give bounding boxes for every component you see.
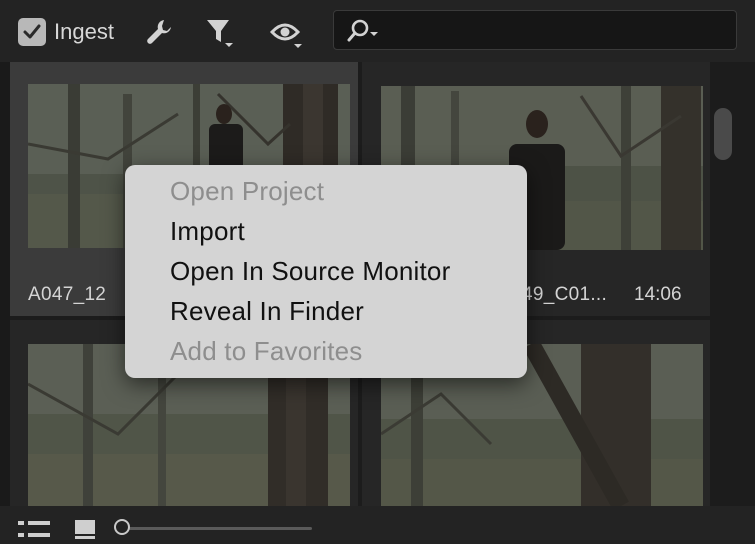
- icon-view-icon[interactable]: [74, 519, 98, 544]
- toolbar: Ingest: [0, 0, 755, 62]
- list-view-icon[interactable]: [18, 519, 52, 544]
- zoom-slider-handle[interactable]: [114, 519, 130, 535]
- ingest-label: Ingest: [54, 19, 114, 44]
- search-field[interactable]: [333, 10, 737, 50]
- search-icon[interactable]: [346, 19, 380, 48]
- search-input[interactable]: [378, 17, 722, 45]
- scrollbar-thumb[interactable]: [714, 108, 732, 160]
- clip-name: 49_C01...: [522, 284, 608, 305]
- context-menu: Open Project Import Open In Source Monit…: [125, 165, 527, 378]
- menu-item-open-project: Open Project: [170, 176, 325, 206]
- checkmark-icon: [23, 24, 41, 39]
- panel-edge: [0, 62, 10, 506]
- wrench-icon[interactable]: [143, 16, 175, 53]
- menu-item-reveal-in-finder[interactable]: Reveal In Finder: [125, 291, 527, 331]
- clip-name: A047_12: [28, 284, 107, 305]
- project-panel: Ingest A047_12 49_C01... 14:06 Open Proj…: [0, 0, 755, 544]
- ingest-checkbox[interactable]: [18, 18, 46, 46]
- eye-icon[interactable]: [269, 20, 304, 55]
- menu-item-add-to-favorites: Add to Favorites: [170, 336, 363, 366]
- filter-icon[interactable]: [205, 17, 237, 54]
- zoom-slider-track[interactable]: [126, 527, 312, 530]
- menu-item-import[interactable]: Import: [125, 211, 527, 251]
- menu-item-open-in-source-monitor[interactable]: Open In Source Monitor: [125, 251, 527, 291]
- clip-duration: 14:06: [634, 284, 682, 305]
